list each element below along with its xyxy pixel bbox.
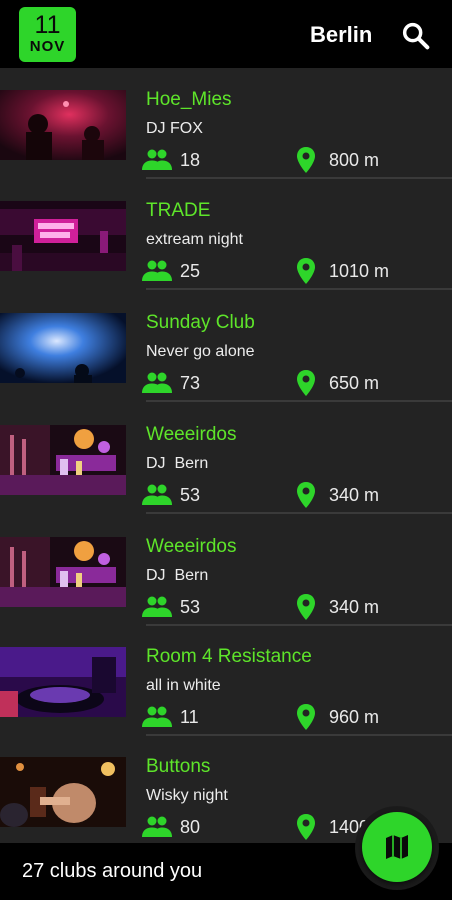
club-row[interactable]: Weeeirdos DJ Bern 53 340 m xyxy=(0,403,452,514)
club-list[interactable]: Hoe_Mies DJ FOX 18 800 m TRADE extream n… xyxy=(0,68,452,843)
club-name[interactable]: Weeeirdos xyxy=(146,422,236,448)
distance: 340 m xyxy=(329,597,380,617)
club-thumbnail xyxy=(0,647,126,717)
top-app-bar: 11 NOV Berlin xyxy=(0,0,452,68)
club-thumbnail xyxy=(0,313,126,383)
map-button[interactable] xyxy=(362,812,432,882)
people-icon xyxy=(142,596,172,617)
people-count: 80 xyxy=(180,817,201,837)
people-icon xyxy=(142,816,172,837)
club-event: DJ Bern xyxy=(146,567,209,584)
club-event: DJ FOX xyxy=(146,120,203,137)
search-button[interactable] xyxy=(400,20,432,52)
club-row[interactable]: Sunday Club Never go alone 73 650 m xyxy=(0,291,452,402)
row-divider xyxy=(146,288,452,290)
club-name[interactable]: TRADE xyxy=(146,198,210,224)
location-pin-icon xyxy=(297,147,315,173)
row-divider xyxy=(146,512,452,514)
club-thumbnail xyxy=(0,425,126,495)
club-name[interactable]: Hoe_Mies xyxy=(146,87,232,113)
location-pin-icon xyxy=(297,482,315,508)
club-thumbnail xyxy=(0,90,126,160)
people-count: 73 xyxy=(180,373,201,393)
location-pin-icon xyxy=(297,370,315,396)
date-day: 11 xyxy=(34,11,61,39)
club-row[interactable]: Hoe_Mies DJ FOX 18 800 m xyxy=(0,68,452,179)
club-event: DJ Bern xyxy=(146,455,209,472)
distance: 1010 m xyxy=(329,261,390,281)
club-event: all in white xyxy=(146,677,221,694)
club-name[interactable]: Sunday Club xyxy=(146,310,255,336)
club-row[interactable]: TRADE extream night 25 1010 m xyxy=(0,179,452,290)
location-pin-icon xyxy=(297,258,315,284)
date-month: NOV xyxy=(29,38,66,55)
club-row[interactable]: Room 4 Resistance all in white 11 960 m xyxy=(0,625,452,736)
distance: 650 m xyxy=(329,373,380,393)
people-count: 25 xyxy=(180,261,201,281)
club-event: extream night xyxy=(146,231,243,248)
club-event: Never go alone xyxy=(146,343,255,360)
people-count: 18 xyxy=(180,150,201,170)
people-icon xyxy=(142,372,172,393)
club-thumbnail xyxy=(0,537,126,607)
distance: 960 m xyxy=(329,707,380,727)
club-event: Wisky night xyxy=(146,787,228,804)
people-count: 53 xyxy=(180,485,201,505)
people-count: 11 xyxy=(180,707,199,727)
club-name[interactable]: Buttons xyxy=(146,754,210,780)
people-icon xyxy=(142,706,172,727)
club-name[interactable]: Room 4 Resistance xyxy=(146,644,312,670)
club-thumbnail xyxy=(0,201,126,271)
people-icon xyxy=(142,484,172,505)
city-title[interactable]: Berlin xyxy=(310,20,372,50)
people-icon xyxy=(142,260,172,281)
search-icon xyxy=(402,22,430,50)
people-icon xyxy=(142,149,172,170)
distance: 340 m xyxy=(329,485,380,505)
location-pin-icon xyxy=(297,814,315,840)
people-count: 53 xyxy=(180,597,201,617)
date-badge[interactable]: 11 NOV xyxy=(19,7,76,62)
club-name[interactable]: Weeeirdos xyxy=(146,534,236,560)
distance: 800 m xyxy=(329,150,380,170)
map-icon xyxy=(386,835,408,859)
row-divider xyxy=(146,400,452,402)
location-pin-icon xyxy=(297,594,315,620)
clubs-count-summary: 27 clubs around you xyxy=(22,860,203,882)
club-row[interactable]: Weeeirdos DJ Bern 53 340 m xyxy=(0,515,452,626)
club-thumbnail xyxy=(0,757,126,827)
location-pin-icon xyxy=(297,704,315,730)
